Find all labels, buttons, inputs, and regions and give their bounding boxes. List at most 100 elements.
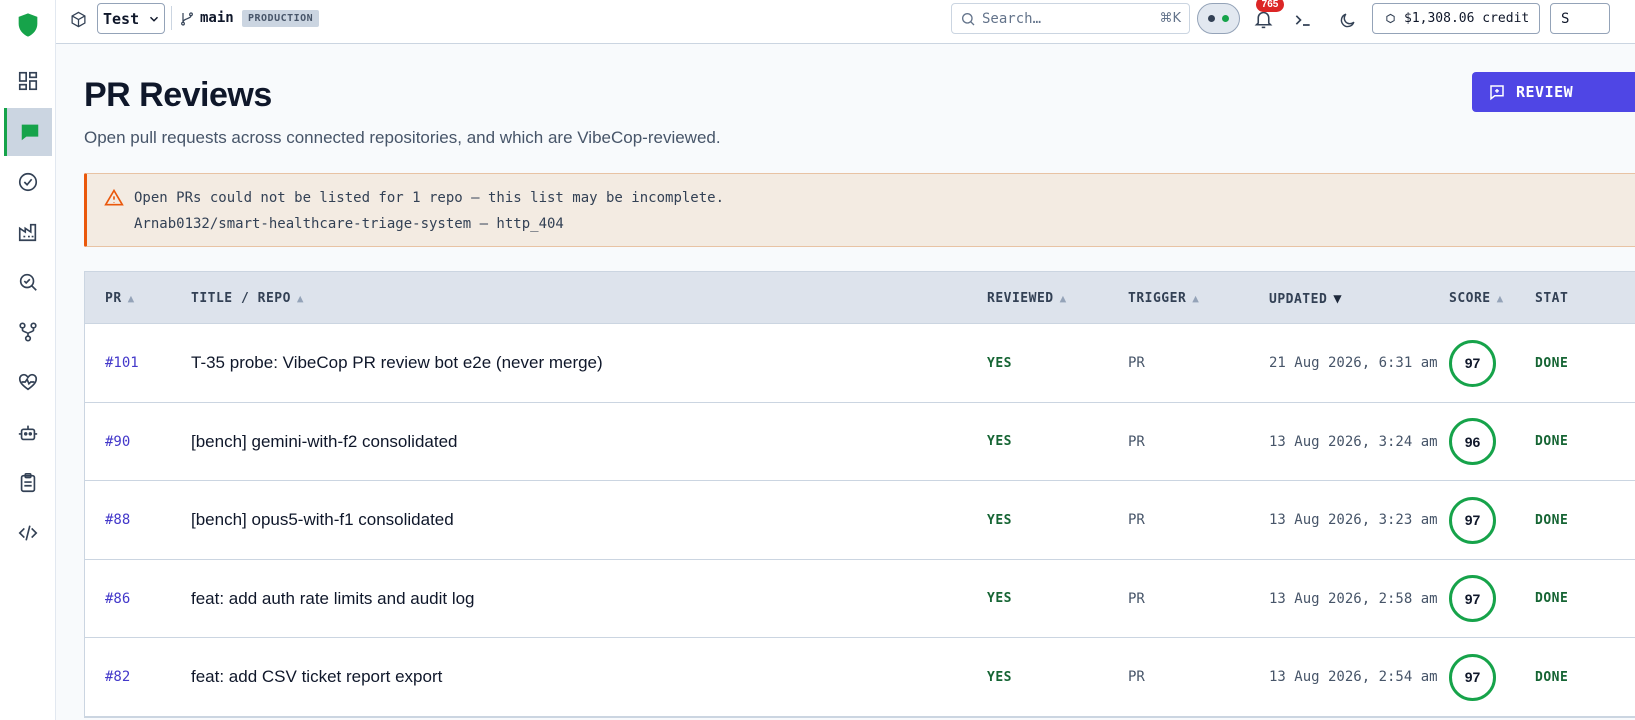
- trigger-value: PR: [1128, 590, 1145, 607]
- trigger-value: PR: [1128, 355, 1145, 371]
- reviewed-value: YES: [987, 512, 1012, 528]
- connection-status-toggle[interactable]: [1197, 3, 1240, 34]
- project-select[interactable]: Test: [97, 3, 165, 34]
- nav-pr-reviews[interactable]: [4, 108, 52, 156]
- table-row[interactable]: #86 feat: add auth rate limits and audit…: [85, 559, 1635, 638]
- heart-pulse-icon: [18, 373, 38, 391]
- nav-dashboard[interactable]: [4, 57, 52, 105]
- status-value: DONE: [1535, 355, 1569, 371]
- sidebar: [0, 0, 56, 720]
- trigger-value: PR: [1128, 669, 1145, 685]
- column-header-title[interactable]: TITLE / REPO ▲: [191, 291, 304, 306]
- git-branch-icon: [178, 10, 196, 28]
- credit-balance-button[interactable]: $1,308.06 credit: [1372, 3, 1540, 34]
- factory-icon: [18, 223, 37, 242]
- score-cell: 96: [1449, 403, 1496, 481]
- nav-code[interactable]: [4, 509, 52, 557]
- column-header-updated[interactable]: UPDATED ▼: [1269, 291, 1342, 307]
- git-fork-icon: [19, 322, 37, 342]
- nav-agents[interactable]: [4, 409, 52, 457]
- notification-count-badge: 765: [1256, 0, 1284, 12]
- clipboard-icon: [20, 473, 36, 493]
- updated-value: 13 Aug 2026, 3:24 am: [1269, 433, 1438, 450]
- search-shortcut: ⌘K: [1159, 11, 1181, 26]
- terminal-button[interactable]: [1292, 9, 1314, 31]
- user-menu-button[interactable]: S: [1550, 3, 1610, 34]
- sort-down-icon: ▼: [1333, 291, 1343, 307]
- code-icon: [18, 525, 38, 541]
- table-row[interactable]: #88 [bench] opus5-with-f1 consolidated Y…: [85, 481, 1635, 560]
- table-row[interactable]: #82 feat: add CSV ticket report export Y…: [85, 638, 1635, 717]
- divider: [171, 6, 174, 30]
- terminal-icon: [1295, 15, 1310, 26]
- score-ring: 97: [1449, 339, 1496, 387]
- sort-up-icon: ▲: [1496, 292, 1504, 305]
- pr-title[interactable]: [bench] gemini-with-f2 consolidated: [191, 403, 457, 481]
- reviewed-value: YES: [987, 591, 1012, 606]
- shield-logo-icon[interactable]: [14, 11, 42, 39]
- pr-number-link[interactable]: #86: [105, 560, 130, 638]
- nav-factory[interactable]: [4, 208, 52, 256]
- pr-number-link[interactable]: #101: [105, 324, 139, 402]
- status-value: DONE: [1535, 434, 1569, 449]
- warning-alert: Open PRs could not be listed for 1 repo …: [84, 173, 1635, 247]
- column-header-score[interactable]: SCORE ▲: [1449, 291, 1504, 306]
- coin-icon: [1386, 13, 1395, 24]
- pr-title[interactable]: T-35 probe: VibeCop PR review bot e2e (n…: [191, 324, 603, 402]
- alert-message: Open PRs could not be listed for 1 repo …: [134, 190, 725, 206]
- search-input[interactable]: [982, 10, 1142, 27]
- nav-health[interactable]: [4, 358, 52, 406]
- score-ring: 97: [1449, 653, 1496, 701]
- nav-tasks[interactable]: [4, 459, 52, 507]
- pr-number-link[interactable]: #88: [105, 481, 130, 559]
- status-value: DONE: [1535, 512, 1569, 528]
- reviewed-value: YES: [987, 355, 1012, 371]
- nav-checks[interactable]: [4, 158, 52, 206]
- column-header-status[interactable]: STAT: [1535, 291, 1568, 306]
- pr-number-link[interactable]: #82: [105, 638, 130, 716]
- trigger-value: PR: [1128, 433, 1145, 450]
- updated-value: 13 Aug 2026, 3:23 am: [1269, 512, 1438, 528]
- pr-number-link[interactable]: #90: [105, 403, 130, 481]
- column-header-pr[interactable]: PR ▲: [105, 291, 135, 306]
- credit-amount: $1,308.06 credit: [1404, 11, 1530, 26]
- user-initial: S: [1561, 10, 1570, 27]
- alert-detail: Arnab0132/smart-healthcare-triage-system…: [134, 216, 564, 232]
- table-row[interactable]: #101 T-35 probe: VibeCop PR review bot e…: [85, 324, 1635, 403]
- review-button-label: REVIEW: [1516, 83, 1574, 101]
- page-title: PR Reviews: [84, 76, 272, 114]
- branch-name[interactable]: main: [200, 10, 234, 26]
- status-dot-green: [1222, 15, 1229, 22]
- sort-up-icon: ▲: [296, 292, 305, 305]
- pr-title[interactable]: feat: add CSV ticket report export: [191, 638, 442, 716]
- project-name: Test: [103, 9, 140, 28]
- nav-pipelines[interactable]: [4, 308, 52, 356]
- score-cell: 97: [1449, 638, 1496, 716]
- bot-icon: [18, 425, 38, 441]
- review-pr-button[interactable]: REVIEW: [1472, 72, 1635, 112]
- pr-title[interactable]: feat: add auth rate limits and audit log: [191, 560, 475, 638]
- trigger-value: PR: [1128, 512, 1145, 528]
- score-ring: 97: [1449, 575, 1496, 622]
- status-dot-dark: [1208, 15, 1215, 22]
- search-icon: [962, 12, 975, 25]
- updated-value: 13 Aug 2026, 2:58 am: [1269, 590, 1438, 607]
- score-cell: 97: [1449, 324, 1496, 402]
- sort-up-icon: ▲: [1192, 292, 1200, 305]
- environment-badge: PRODUCTION: [242, 10, 320, 27]
- table-row[interactable]: #90 [bench] gemini-with-f2 consolidated …: [85, 402, 1635, 481]
- pr-title[interactable]: [bench] opus5-with-f1 consolidated: [191, 481, 454, 559]
- column-header-reviewed[interactable]: REVIEWED ▲: [987, 291, 1067, 306]
- chat-icon: [21, 124, 38, 141]
- theme-toggle-button[interactable]: [1336, 9, 1358, 31]
- column-header-trigger[interactable]: TRIGGER ▲: [1128, 291, 1199, 306]
- nav-search-check[interactable]: [4, 258, 52, 306]
- sort-up-icon: ▲: [1059, 292, 1067, 305]
- status-value: DONE: [1535, 591, 1569, 606]
- page-subtitle: Open pull requests across connected repo…: [84, 128, 721, 147]
- status-value: DONE: [1535, 669, 1569, 685]
- moon-icon: [1340, 12, 1355, 27]
- add-review-icon: [1490, 85, 1504, 101]
- search-box[interactable]: ⌘K: [951, 3, 1190, 34]
- search-check-icon: [19, 273, 37, 291]
